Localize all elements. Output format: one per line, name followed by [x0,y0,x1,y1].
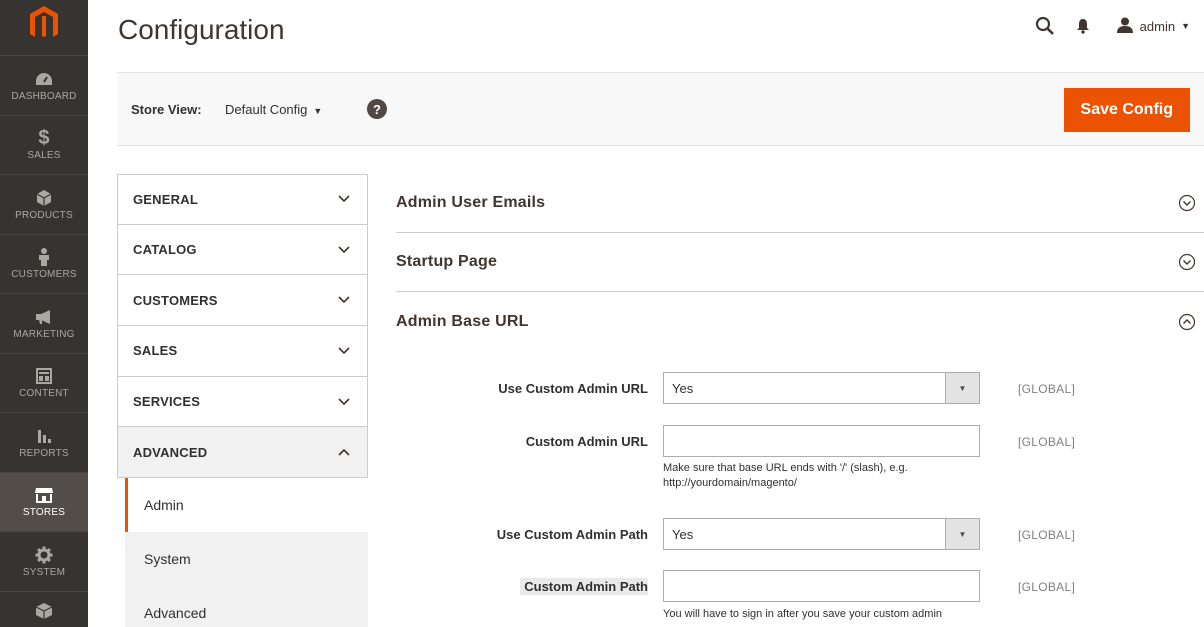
store-view-switcher[interactable]: Default Config ▼ [225,102,322,117]
collapse-circle-icon [1178,313,1196,330]
person-icon [38,247,50,267]
use-custom-admin-url-label: Use Custom Admin URL [498,381,648,396]
chevron-up-icon [338,449,350,456]
nav-label: CONTENT [19,388,69,400]
chevron-down-icon [338,296,350,304]
chevron-down-icon [338,195,350,203]
tab-advanced[interactable]: ADVANCED [117,427,368,479]
admin-sidebar: DASHBOARD $ SALES PRODUCTS CUSTOMERS MAR… [0,0,88,627]
note-line: You will have to sign in after you save … [663,608,943,620]
scope-label: [GLOBAL] [1018,580,1076,594]
section-admin-base-url[interactable]: Admin Base URL [396,292,1204,351]
scope-label: [GLOBAL] [1018,435,1076,449]
nav-label: STORES [22,507,66,519]
tab-customers[interactable]: CUSTOMERS [117,275,368,327]
select-value: Yes [672,526,694,542]
bell-icon[interactable] [1064,8,1102,44]
nav-label: MARKETING [13,328,75,340]
tab-label: SERVICES [133,394,201,410]
tab-label: SALES [133,343,178,359]
select-value: Yes [672,380,694,396]
store-view-label: Store View: [131,102,202,117]
chevron-down-icon [338,347,350,355]
custom-admin-path-label: Custom Admin Path [520,578,648,595]
scope-label: [GLOBAL] [1018,528,1076,542]
nav-label: CUSTOMERS [11,269,77,281]
user-icon [1116,17,1134,36]
nav-dashboard[interactable]: DASHBOARD [0,56,88,116]
note-line: Make sure that base URL ends with '/' (s… [663,462,908,474]
chevron-down-icon: ▼ [313,106,323,116]
admin-user-menu[interactable]: admin ▼ [1102,17,1204,36]
tab-general[interactable]: GENERAL [117,174,368,225]
tab-label: CUSTOMERS [133,292,218,308]
expand-circle-icon [1178,194,1196,212]
tab-label: GENERAL [133,191,198,207]
nav-system[interactable]: SYSTEM [0,532,88,592]
nav-label: PRODUCTS [15,209,73,221]
use-custom-admin-url-select[interactable]: Yes ▼ [663,372,980,404]
expand-circle-icon [1178,253,1196,271]
gear-icon [35,545,53,565]
use-custom-admin-path-label: Use Custom Admin Path [496,527,648,542]
custom-admin-path-note: You will have to sign in after you save … [663,607,983,622]
help-icon[interactable]: ? [367,99,387,119]
megaphone-icon [34,307,54,327]
box-stack-icon [35,601,53,621]
header-actions: admin ▼ [1026,8,1204,44]
custom-admin-url-label: Custom Admin URL [525,434,648,449]
search-icon[interactable] [1026,8,1064,44]
magento-logo-icon[interactable] [0,0,88,56]
section-startup-page[interactable]: Startup Page [396,233,1204,292]
bar-chart-icon [36,426,52,446]
subtab-admin[interactable]: Admin [125,478,368,533]
custom-admin-url-input[interactable] [663,425,980,457]
nav-customers[interactable]: CUSTOMERS [0,235,88,294]
nav-products[interactable]: PRODUCTS [0,175,88,235]
nav-reports[interactable]: REPORTS [0,413,88,473]
dollar-icon: $ [38,127,50,150]
chevron-down-icon [338,398,350,405]
nav-stores[interactable]: STORES [0,472,88,532]
nav-content[interactable]: CONTENT [0,354,88,413]
chevron-down-icon [338,245,350,253]
note-line: http://yourdomain/magento/ [663,477,797,489]
page-actions-bar: Store View: Default Config ▼ ? Save Confi… [117,72,1204,146]
subtab-system[interactable]: System [125,532,368,587]
nav-sales[interactable]: $ SALES [0,116,88,175]
nav-label: REPORTS [19,447,69,459]
admin-username: admin [1139,18,1176,34]
nav-label: DASHBOARD [11,90,77,102]
dashboard-icon [35,69,53,89]
dropdown-arrow-icon: ▼ [945,373,979,403]
section-title: Admin Base URL [396,312,529,330]
custom-admin-url-note: Make sure that base URL ends with '/' (s… [663,461,983,491]
nav-label: SYSTEM [22,566,66,578]
tab-label: CATALOG [133,242,197,258]
storefront-icon [34,485,54,505]
section-title: Admin User Emails [396,194,546,211]
save-config-button[interactable]: Save Config [1063,88,1190,132]
section-title: Startup Page [396,253,498,270]
tab-services[interactable]: SERVICES [117,376,368,428]
dropdown-arrow-icon: ▼ [945,519,979,549]
custom-admin-path-input[interactable] [663,570,980,602]
chevron-down-icon: ▼ [1181,21,1190,31]
tab-catalog[interactable]: CATALOG [117,224,368,276]
nav-partners[interactable] [0,592,88,627]
subtab-advanced[interactable]: Advanced [125,586,368,627]
tab-sales[interactable]: SALES [117,326,368,377]
config-tabs: GENERAL CATALOG CUSTOMERS SALES SERVICES… [117,174,368,627]
config-sections: Admin User Emails Startup Page Admin Bas… [396,174,1204,351]
box-icon [36,188,52,208]
nav-marketing[interactable]: MARKETING [0,294,88,354]
nav-label: SALES [27,150,61,162]
scope-label: [GLOBAL] [1018,382,1076,396]
page-title: Configuration [118,14,285,45]
layout-icon [36,366,52,386]
tab-label: ADVANCED [133,444,208,460]
store-view-value: Default Config [225,102,308,117]
use-custom-admin-path-select[interactable]: Yes ▼ [663,518,980,550]
section-admin-user-emails[interactable]: Admin User Emails [396,174,1204,233]
